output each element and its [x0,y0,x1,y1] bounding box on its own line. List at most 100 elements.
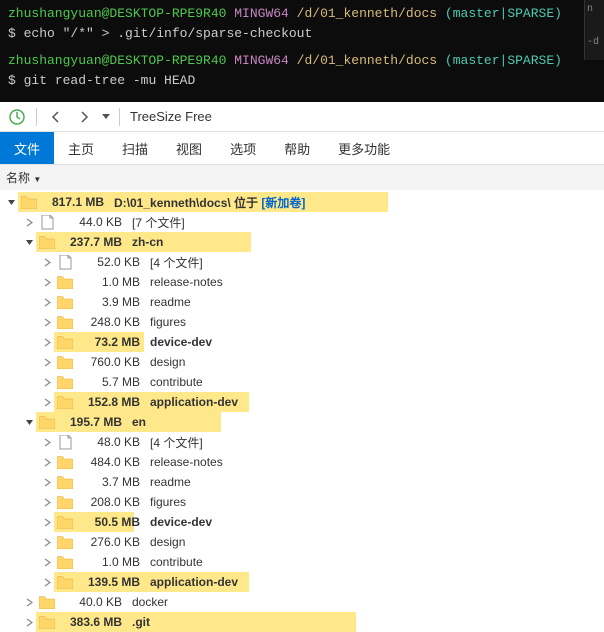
forward-icon[interactable] [71,104,97,130]
chevron-right-icon[interactable] [22,615,36,629]
chevron-right-icon[interactable] [40,575,54,589]
size-label: 1.0 MB [76,275,146,289]
name-label: release-notes [146,275,223,289]
chevron-right-icon[interactable] [40,535,54,549]
chevron-right-icon[interactable] [40,455,54,469]
tree-row[interactable]: 195.7 MBen [0,412,604,432]
size-label: 48.0 KB [76,435,146,449]
size-label: 3.7 MB [76,475,146,489]
name-label: contribute [146,375,203,389]
size-label: 52.0 KB [76,255,146,269]
size-label: 3.9 MB [76,295,146,309]
tree-row[interactable]: 3.7 MBreadme [0,472,604,492]
chevron-right-icon[interactable] [40,295,54,309]
chevron-right-icon[interactable] [40,375,54,389]
folder-icon [57,575,73,589]
tree-row[interactable]: 1.0 MBrelease-notes [0,272,604,292]
size-label: 383.6 MB [58,615,128,629]
size-label: 44.0 KB [58,215,128,229]
tree-row[interactable]: 5.7 MBcontribute [0,372,604,392]
size-label: 276.0 KB [76,535,146,549]
tree-row[interactable]: 50.5 MBdevice-dev [0,512,604,532]
folder-icon [57,355,73,369]
tree-row[interactable]: 40.0 KBdocker [0,592,604,612]
chevron-right-icon[interactable] [40,395,54,409]
tree-row[interactable]: 1.0 MBcontribute [0,552,604,572]
column-header-name[interactable]: 名称 ▼ [0,164,604,190]
terminal-line-3: zhushangyuan@DESKTOP-RPE9R40 MINGW64 /d/… [8,51,596,71]
tree-row[interactable]: 760.0 KBdesign [0,352,604,372]
folder-icon [21,195,37,209]
chevron-down-icon[interactable] [22,415,36,429]
name-label: contribute [146,555,203,569]
tree-row[interactable]: 52.0 KB[4 个文件] [0,252,604,272]
file-icon [57,435,73,449]
tree-row[interactable]: 484.0 KBrelease-notes [0,452,604,472]
separator [119,108,120,126]
back-icon[interactable] [43,104,69,130]
chevron-right-icon[interactable] [22,595,36,609]
tree-row[interactable]: 3.9 MBreadme [0,292,604,312]
size-label: 152.8 MB [76,395,146,409]
folder-icon [57,335,73,349]
chevron-right-icon[interactable] [40,315,54,329]
chevron-right-icon[interactable] [40,475,54,489]
folder-icon [39,615,55,629]
name-label: [7 个文件] [128,214,185,231]
tree-row[interactable]: 152.8 MBapplication-dev [0,392,604,412]
tree-row[interactable]: 48.0 KB[4 个文件] [0,432,604,452]
name-label: design [146,535,185,549]
tree-row[interactable]: 44.0 KB[7 个文件] [0,212,604,232]
size-label: 139.5 MB [76,575,146,589]
tree-row[interactable]: 139.5 MBapplication-dev [0,572,604,592]
tree-row[interactable]: 73.2 MBdevice-dev [0,332,604,352]
menu-options[interactable]: 选项 [216,132,270,164]
terminal-line-1: zhushangyuan@DESKTOP-RPE9R40 MINGW64 /d/… [8,4,596,24]
tree-row[interactable]: 817.1 MBD:\01_kenneth\docs\ 位于 [新加卷] [0,192,604,212]
size-label: 1.0 MB [76,555,146,569]
chevron-right-icon[interactable] [40,255,54,269]
size-label: 248.0 KB [76,315,146,329]
size-label: 5.7 MB [76,375,146,389]
chevron-down-icon[interactable] [4,195,18,209]
dropdown-icon[interactable] [99,104,113,130]
chevron-right-icon[interactable] [40,355,54,369]
name-label: figures [146,315,186,329]
menu-file[interactable]: 文件 [0,132,54,164]
tree-row[interactable]: 248.0 KBfigures [0,312,604,332]
name-label: [4 个文件] [146,254,203,271]
tree-row[interactable]: 383.6 MB.git [0,612,604,632]
name-label: device-dev [146,335,212,349]
menu-view[interactable]: 视图 [162,132,216,164]
name-label: design [146,355,185,369]
folder-icon [39,235,55,249]
name-label: application-dev [146,395,238,409]
folder-icon [57,275,73,289]
chevron-right-icon[interactable] [40,435,54,449]
chevron-right-icon[interactable] [40,275,54,289]
folder-icon [57,475,73,489]
chevron-right-icon[interactable] [40,555,54,569]
size-label: 817.1 MB [40,195,110,209]
name-label: device-dev [146,515,212,529]
menu-scan[interactable]: 扫描 [108,132,162,164]
name-label: release-notes [146,455,223,469]
tree-row[interactable]: 276.0 KBdesign [0,532,604,552]
chevron-right-icon[interactable] [40,495,54,509]
folder-icon [57,455,73,469]
chevron-right-icon[interactable] [40,335,54,349]
tree-row[interactable]: 237.7 MBzh-cn [0,232,604,252]
chevron-right-icon[interactable] [22,215,36,229]
chevron-right-icon[interactable] [40,515,54,529]
terminal-side-panel: n -d [584,0,604,60]
name-label: figures [146,495,186,509]
tree-view: 817.1 MBD:\01_kenneth\docs\ 位于 [新加卷]44.0… [0,190,604,632]
menu-more[interactable]: 更多功能 [324,132,404,164]
refresh-icon[interactable] [4,104,30,130]
tree-row[interactable]: 208.0 KBfigures [0,492,604,512]
menu-home[interactable]: 主页 [54,132,108,164]
app-toolbar: TreeSize Free [0,102,604,132]
menu-help[interactable]: 帮助 [270,132,324,164]
name-label: .git [128,615,150,629]
chevron-down-icon[interactable] [22,235,36,249]
